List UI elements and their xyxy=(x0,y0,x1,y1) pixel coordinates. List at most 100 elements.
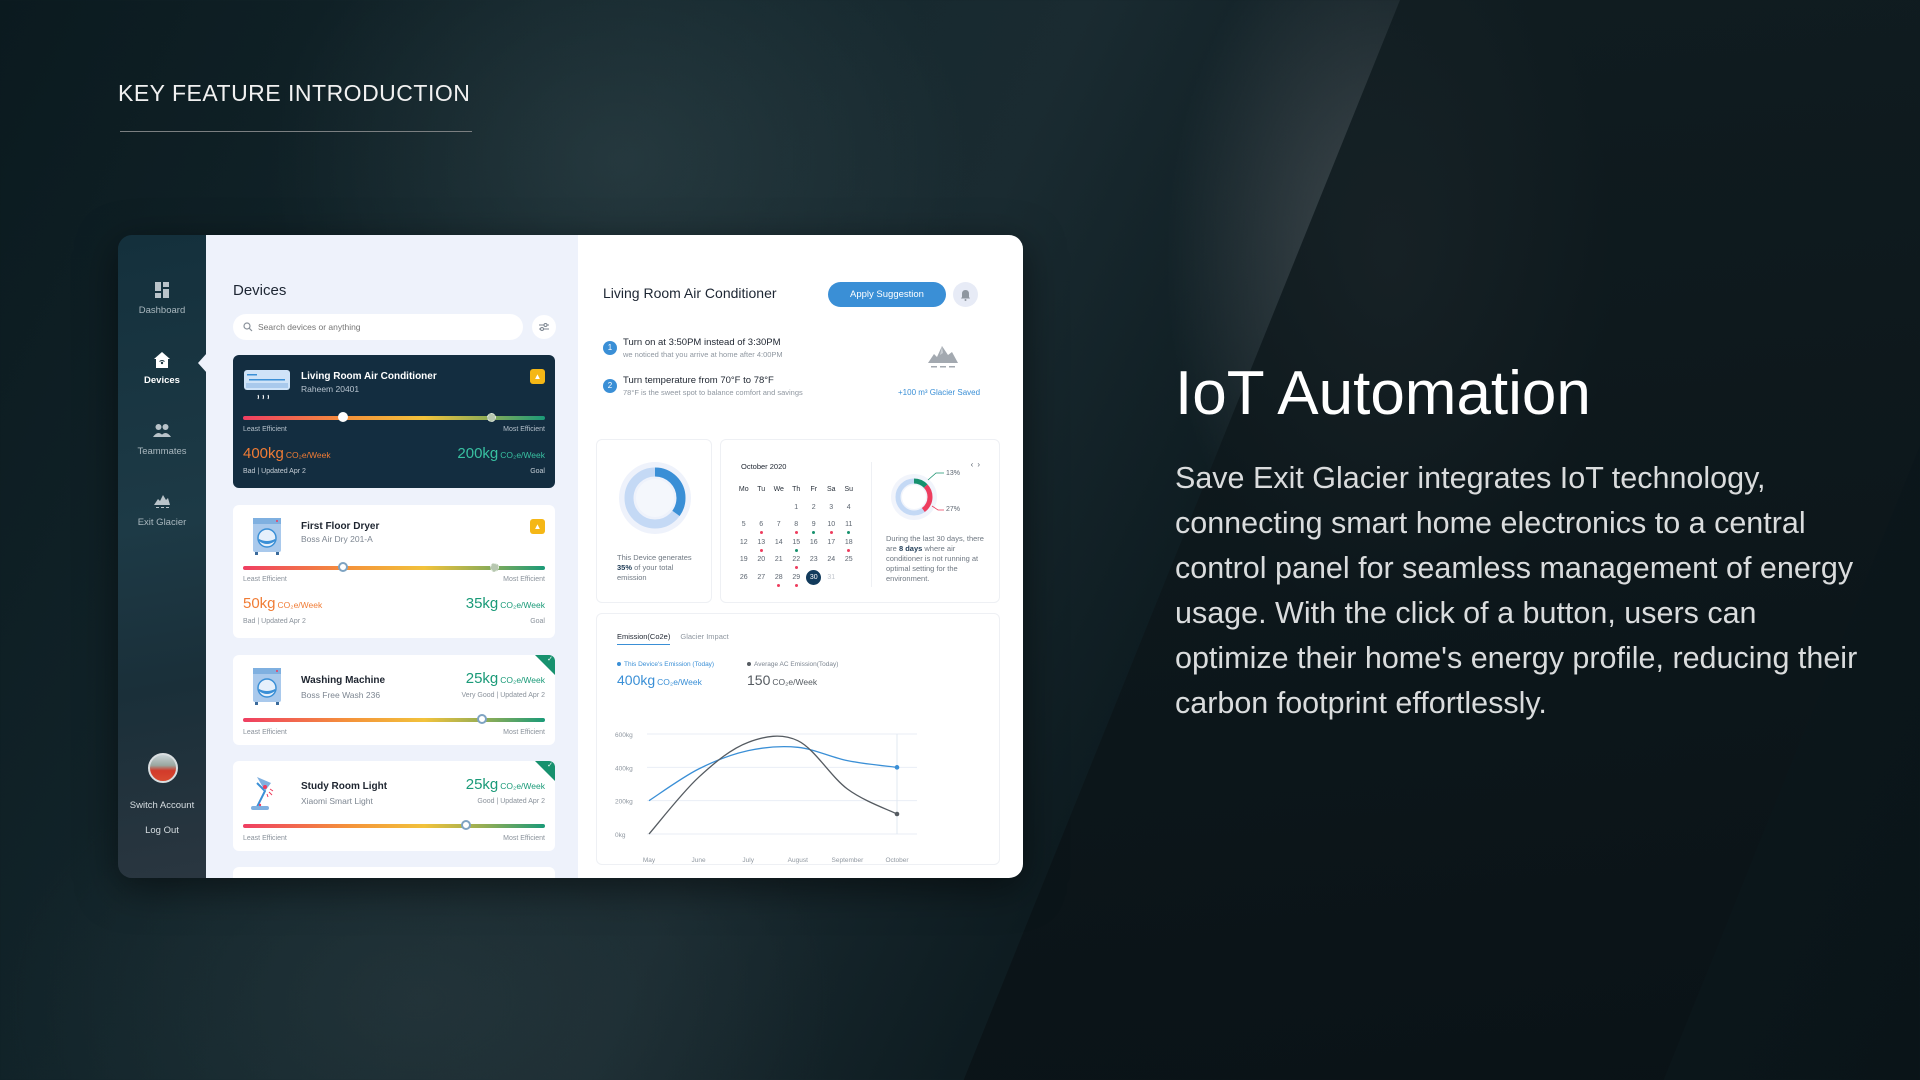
calendar-day[interactable]: 26 xyxy=(735,572,753,590)
chart-tabs: Emission(Co2e) Glacier Impact xyxy=(617,632,729,645)
calendar-day[interactable]: 8 xyxy=(788,519,806,537)
calendar-day[interactable]: 11 xyxy=(840,519,858,537)
suggestion-subtitle: 78°F is the sweet spot to balance comfor… xyxy=(623,388,803,397)
sidebar-item-label: Dashboard xyxy=(138,305,186,316)
suggestion-number: 1 xyxy=(603,341,617,355)
calendar-day-marker xyxy=(794,566,798,569)
calendar-day[interactable]: 22 xyxy=(788,554,806,572)
share-description: This Device generates 35% of your total … xyxy=(617,553,697,583)
calendar-day[interactable]: 6 xyxy=(753,519,771,537)
calendar-day[interactable]: 17 xyxy=(823,537,841,555)
smart-home-icon xyxy=(154,352,170,368)
goal-unit: CO₂e/Week xyxy=(500,600,545,610)
calendar-day[interactable]: 24 xyxy=(823,554,841,572)
tab-emission[interactable]: Emission(Co2e) xyxy=(617,632,671,645)
suggestion-title: Turn on at 3:50PM instead of 3:30PM xyxy=(623,337,781,348)
calendar-day[interactable]: 31 xyxy=(823,572,841,590)
calendar-day[interactable]: 2 xyxy=(805,502,823,520)
switch-account-link[interactable]: Switch Account xyxy=(118,800,206,811)
calendar-nav[interactable]: ‹› xyxy=(971,460,984,469)
device-card[interactable]: ✓ Washing Machine Boss Free Wash 236 25k… xyxy=(233,655,555,745)
calendar-day[interactable]: 1 xyxy=(788,502,806,520)
chevron-right-icon[interactable]: › xyxy=(977,460,984,469)
calendar-day[interactable]: 7 xyxy=(770,519,788,537)
device-card[interactable]: Living Room Air Conditioner Raheem 20401… xyxy=(233,355,555,488)
apply-suggestion-button[interactable]: Apply Suggestion xyxy=(828,282,946,307)
search-bar[interactable] xyxy=(233,314,523,340)
device-card[interactable]: ✓ Study Room Light Xiaomi Smart Light 25… xyxy=(233,761,555,851)
efficiency-bar xyxy=(243,562,545,572)
efficiency-bar xyxy=(243,412,545,422)
device-card[interactable] xyxy=(233,867,555,878)
calendar-day[interactable]: 14 xyxy=(770,537,788,555)
log-out-link[interactable]: Log Out xyxy=(118,825,206,836)
calendar-day[interactable]: 30 xyxy=(805,569,823,590)
calendar-day[interactable]: 19 xyxy=(735,554,753,572)
calendar-day[interactable]: 10 xyxy=(823,519,841,537)
device-name: Washing Machine xyxy=(301,675,386,686)
emission-share-donut xyxy=(619,462,691,534)
stat-value: 400kg xyxy=(617,672,656,688)
calendar-day[interactable]: 25 xyxy=(840,554,858,572)
device-emission-stat: 400kg CO₂e/Week xyxy=(617,672,702,688)
emission-amount: 25kg xyxy=(465,670,499,687)
most-efficient-label: Most Efficient xyxy=(503,835,545,842)
emission-value: 25kg CO₂e/Week xyxy=(466,670,545,687)
optimal-description: During the last 30 days, there are 8 day… xyxy=(886,534,991,584)
device-status: Very Good | Updated Apr 2 xyxy=(461,692,545,699)
tab-glacier-impact[interactable]: Glacier Impact xyxy=(680,632,728,645)
filter-button[interactable] xyxy=(532,315,556,339)
avatar[interactable] xyxy=(148,753,178,783)
series-endpoint xyxy=(894,765,900,770)
device-status: Good | Updated Apr 2 xyxy=(477,798,545,805)
most-efficient-label: Most Efficient xyxy=(503,729,545,736)
calendar-day[interactable]: 4 xyxy=(840,502,858,520)
device-detail-panel: Living Room Air Conditioner Apply Sugges… xyxy=(578,235,1023,878)
calendar-day[interactable]: 16 xyxy=(805,537,823,555)
calendar-day[interactable]: 21 xyxy=(770,554,788,572)
calendar-day[interactable]: 23 xyxy=(805,554,823,572)
device-model: Boss Air Dry 201-A xyxy=(301,534,373,544)
legend-average: Average AC Emission(Today) xyxy=(747,661,838,668)
glacier-icon xyxy=(154,495,170,508)
device-card[interactable]: First Floor Dryer Boss Air Dry 201-A ▲ L… xyxy=(233,505,555,638)
device-model: Raheem 20401 xyxy=(301,384,360,394)
stat-unit: CO₂e/Week xyxy=(772,677,818,687)
calendar-day-marker xyxy=(794,583,798,587)
calendar-day[interactable]: 13 xyxy=(753,537,771,555)
sidebar-item-dashboard[interactable]: Dashboard xyxy=(118,281,206,316)
calendar-day[interactable]: 3 xyxy=(823,502,841,520)
calendar-day[interactable]: 12 xyxy=(735,537,753,555)
glacier-icon xyxy=(928,346,958,368)
goal-value: 200kg CO₂e/Week xyxy=(457,445,545,462)
emission-value: 50kg CO₂e/Week xyxy=(243,595,322,612)
series-line-device xyxy=(648,745,898,802)
sidebar-item-devices[interactable]: Devices xyxy=(118,351,206,386)
legend-dot xyxy=(617,662,621,667)
emission-amount: 25kg xyxy=(465,776,499,793)
sidebar-item-exit-glacier[interactable]: Exit Glacier xyxy=(118,493,206,528)
sliders-icon xyxy=(539,323,549,331)
notification-button[interactable] xyxy=(953,282,978,307)
sidebar-item-teammates[interactable]: Teammates xyxy=(118,422,206,457)
calendar-day[interactable]: 20 xyxy=(753,554,771,572)
goal-marker xyxy=(486,413,496,422)
most-efficient-label: Most Efficient xyxy=(503,576,545,583)
device-name: Study Room Light xyxy=(301,781,388,792)
suggestion-title: Turn temperature from 70°F to 78°F xyxy=(623,375,774,386)
weekday-label: Sa xyxy=(826,486,836,493)
emission-line-chart: 0kg 200kg 400kg 600kg May June July August Septe… xyxy=(615,732,917,864)
calendar-day[interactable]: 9 xyxy=(805,519,823,537)
calendar-day[interactable]: 15 xyxy=(788,537,806,555)
calendar-day[interactable]: 18 xyxy=(840,537,858,555)
calendar-day-marker xyxy=(847,548,851,552)
efficiency-bar xyxy=(243,820,545,830)
calendar-day[interactable]: 5 xyxy=(735,519,753,537)
search-input[interactable] xyxy=(258,322,508,332)
calendar-empty xyxy=(840,572,858,590)
legend-label: Average AC Emission(Today) xyxy=(754,661,839,668)
calendar-day[interactable]: 27 xyxy=(753,572,771,590)
calendar-day[interactable]: 29 xyxy=(788,572,806,590)
teammates-icon xyxy=(153,424,171,437)
calendar-day[interactable]: 28 xyxy=(770,572,788,590)
